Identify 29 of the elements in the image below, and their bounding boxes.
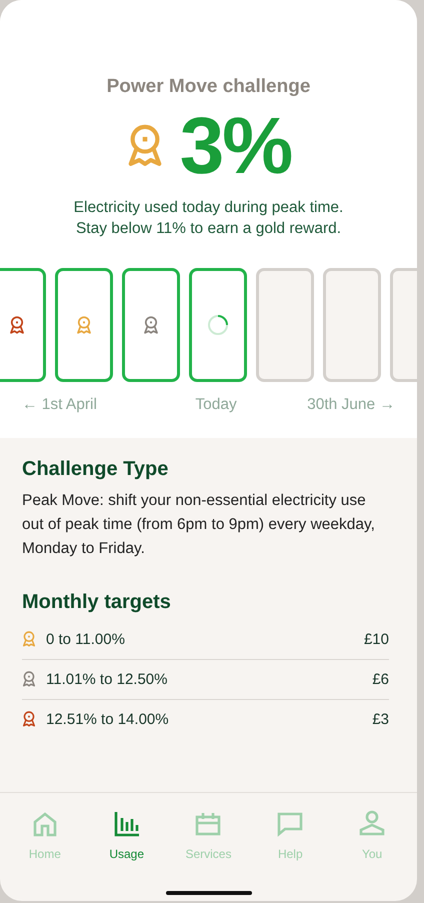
nav-tab[interactable]: Home: [10, 809, 80, 861]
nav-tab[interactable]: Help: [255, 809, 326, 861]
day-card[interactable]: [323, 268, 381, 382]
reward-amount: £3: [372, 710, 389, 728]
reward-amount: £6: [372, 670, 389, 688]
section-heading: Challenge Type: [22, 458, 170, 481]
target-range: 11.01% to 12.50%: [46, 670, 168, 688]
section-heading: Monthly targets: [22, 590, 172, 614]
nav-tab[interactable]: You: [337, 809, 408, 861]
day-card[interactable]: [55, 268, 113, 382]
medal-icon: [126, 124, 164, 168]
day-card[interactable]: [122, 268, 180, 382]
day-card[interactable]: [0, 268, 46, 382]
target-range: 0 to 11.00%: [46, 630, 126, 648]
day-card[interactable]: [189, 268, 247, 382]
bar-chart-icon: [112, 809, 142, 839]
nav-tab[interactable]: Usage: [92, 809, 162, 861]
challenge-description: Electricity used today during peak time. Stay below 11% to earn a gold reward.: [74, 198, 344, 239]
challenge-type-text: Peak Move: shift your non-essential electricity use out of peak time (from 6pm to 9pm) every weekday, Monday to Friday.: [22, 490, 375, 559]
usage-percent: 3%: [180, 106, 292, 186]
day-card[interactable]: [256, 268, 314, 382]
today-label: Today: [195, 396, 237, 414]
start-date-label: ← 1st April: [22, 396, 97, 414]
target-range: 12.51% to 14.00%: [46, 710, 170, 728]
end-date-label: 30th June →: [307, 396, 395, 414]
progress-spinner-icon: [207, 314, 229, 336]
nav-tab[interactable]: Services: [173, 809, 244, 861]
reward-amount: £10: [364, 630, 389, 648]
challenge-title: Power Move challenge: [106, 76, 310, 98]
